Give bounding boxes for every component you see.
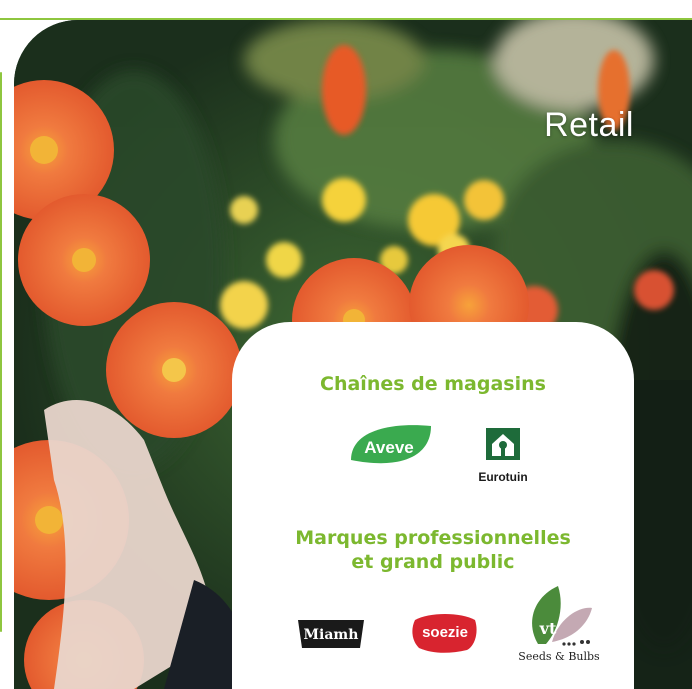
seeds-bulbs-logo-text: Seeds & Bulbs xyxy=(518,650,600,663)
seeds-bulbs-logo[interactable]: vt Seeds & Bulbs xyxy=(518,584,600,666)
photo-title: Retail xyxy=(544,106,634,144)
aveve-logo-text: Aveve xyxy=(364,438,413,457)
aveve-leaf-icon: Aveve xyxy=(351,425,431,464)
partners-card: Chaînes de magasins Aveve Eurotuin Marqu… xyxy=(232,322,634,689)
seeds-mark-text: vt xyxy=(539,619,557,638)
eurotuin-logo-text: Eurotuin xyxy=(478,470,528,484)
eurotuin-logo[interactable]: Eurotuin xyxy=(468,426,538,484)
stores-heading: Chaînes de magasins xyxy=(320,373,546,395)
seeds-leaf-icon: vt xyxy=(532,586,592,646)
soezie-logo-text: soezie xyxy=(422,624,468,641)
miamh-badge-icon: Miamh xyxy=(298,620,364,648)
eurotuin-house-icon xyxy=(486,428,520,460)
miamh-logo-text: Miamh xyxy=(304,627,359,643)
soezie-badge-icon: soezie xyxy=(412,614,477,653)
miamh-logo[interactable]: Miamh xyxy=(294,614,368,654)
frame-border-top xyxy=(0,0,692,20)
soezie-logo[interactable]: soezie xyxy=(409,610,481,654)
brands-heading: Marques professionnelles et grand public xyxy=(295,527,571,573)
frame-border-left xyxy=(0,72,2,632)
aveve-logo[interactable]: Aveve xyxy=(347,420,433,472)
